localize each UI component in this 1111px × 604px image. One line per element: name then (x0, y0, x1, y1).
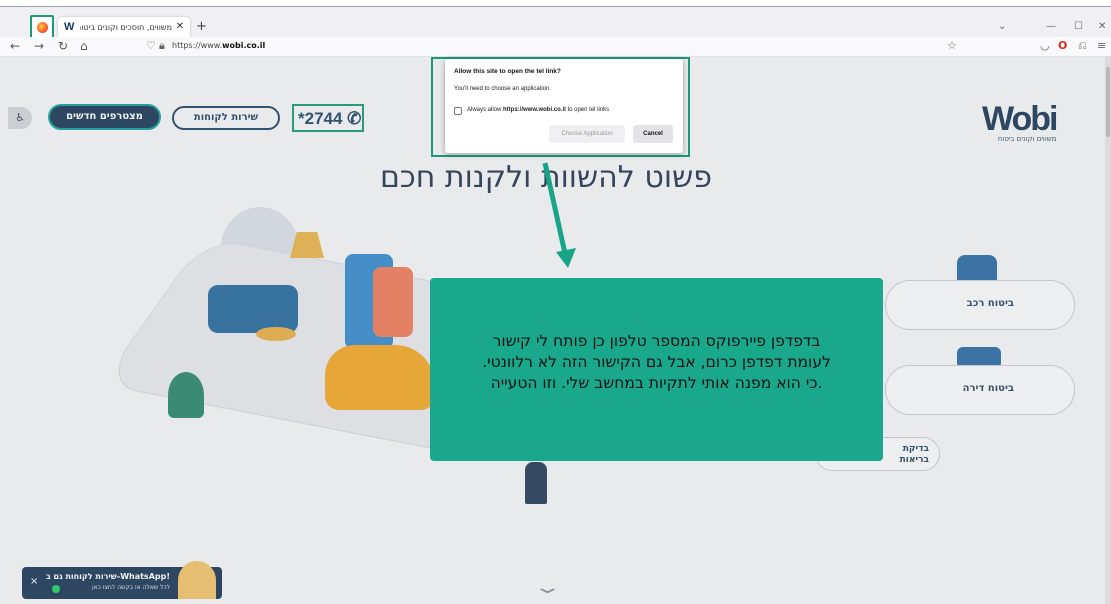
new-tab-button[interactable]: + (196, 19, 207, 34)
lamp-illustration (290, 232, 324, 258)
annotation-line-3: .כי הוא מפנה אותי לתקיות במחשב שלי. וזו … (490, 374, 823, 392)
plant-illustration (168, 372, 204, 418)
logo-text: Wobi (982, 100, 1058, 138)
bookmark-star-icon[interactable]: ☆ (947, 39, 957, 52)
car-icon (957, 255, 997, 285)
phone-link[interactable]: *2744 ✆ (298, 109, 361, 129)
annotation-line-2: לעומת דפדפן כרום, אבל גם הקישור הזה לא ר… (482, 353, 831, 371)
choose-application-button[interactable]: Choose Application (549, 125, 625, 143)
url-domain: wobi.co.il (222, 41, 266, 50)
url-prefix: https://www. (172, 41, 223, 50)
annotation-line-1: בדפדפן פיירפוקס המספר טלפון כן פותח לי ק… (492, 332, 821, 350)
phone-icon: ✆ (342, 109, 362, 128)
forward-icon[interactable]: → (34, 39, 44, 53)
back-icon[interactable]: ← (10, 39, 20, 53)
tab-bar: W משווים, חוסכים וקונים ביטוח ב ✕ + ⌄ — … (0, 7, 1111, 39)
opera-icon[interactable]: O (1058, 39, 1067, 52)
customer-service-button[interactable]: שירות לקוחות (172, 106, 280, 130)
whatsapp-subtitle: לכל שאלה או בקשה לחצו כאן (91, 584, 170, 591)
tree-illustration (220, 207, 300, 297)
tab-title: משווים, חוסכים וקונים ביטוח ב (80, 23, 172, 32)
home-icon[interactable]: ⌂ (80, 39, 88, 53)
close-tab-icon[interactable]: ✕ (176, 21, 184, 32)
wobi-favicon-icon: W (64, 21, 75, 33)
home-insurance-label: ביטוח דירה (962, 383, 1014, 394)
pocket-icon[interactable]: ◡ (1040, 39, 1050, 52)
phone-highlight-frame: *2744 ✆ (292, 104, 364, 132)
new-customers-button[interactable]: מצטרפים חדשים (48, 104, 161, 130)
logo-tagline: משווים וקונים ביטוח (997, 135, 1057, 143)
always-allow-label: Always allow https://www.wobi.co.il to o… (467, 107, 609, 113)
car-insurance-card[interactable]: ביטוח רכב (885, 280, 1075, 330)
scroll-down-chevron-icon[interactable]: ⌄ (532, 577, 562, 598)
phone-number: *2744 (298, 109, 343, 128)
accessibility-icon[interactable]: ♿ (8, 107, 32, 129)
suitcase-illustration-2 (373, 267, 413, 337)
firefox-icon[interactable] (30, 15, 54, 39)
lock-icon[interactable]: 🔒︎ (159, 39, 165, 53)
dialog-body: You'll need to choose an application. (454, 86, 551, 92)
tel-link-permission-dialog: Allow this site to open the tel link? Yo… (445, 59, 683, 153)
maximize-icon[interactable]: ☐ (1074, 21, 1083, 32)
url-bar[interactable]: https://www.wobi.co.il (172, 41, 265, 50)
always-allow-prefix: Always allow (467, 107, 504, 113)
whatsapp-icon (52, 585, 60, 593)
agent-avatar (178, 561, 216, 599)
people-illustration (525, 462, 547, 504)
always-allow-checkbox[interactable] (454, 107, 462, 115)
dialog-title: Allow this site to open the tel link? (454, 68, 561, 75)
extensions-icon[interactable]: ⎌ (1078, 39, 1087, 53)
menu-icon[interactable]: ≡ (1097, 39, 1106, 52)
sofa-illustration (208, 285, 298, 333)
always-allow-suffix: to open tel links (565, 107, 610, 113)
suitcase-illustration (345, 254, 393, 349)
annotation-callout: בדפדפן פיירפוקס המספר טלפון כן פותח לי ק… (430, 278, 883, 461)
reload-icon[interactable]: ↻ (58, 39, 68, 53)
shield-icon[interactable]: ♡ (146, 39, 156, 52)
cancel-button[interactable]: Cancel (633, 125, 673, 143)
car-illustration (325, 345, 435, 410)
wobi-logo[interactable]: Wobi משווים וקונים ביטוח (982, 100, 1058, 143)
navigation-bar: ← → ↻ ⌂ ♡ 🔒︎ https://www.wobi.co.il ☆ ◡ … (0, 37, 1111, 57)
sofa-icon (957, 347, 1001, 369)
car-insurance-label: ביטוח רכב (966, 298, 1014, 309)
page-scrollbar[interactable] (1105, 57, 1111, 604)
tab-wobi[interactable]: W משווים, חוסכים וקונים ביטוח ב ✕ (58, 17, 190, 39)
minimize-icon[interactable]: — (1046, 21, 1056, 32)
always-allow-url: https://www.wobi.co.il (503, 107, 566, 113)
whatsapp-widget[interactable]: × !WhatsApp-שירות לקוחות גם ב לכל שאלה א… (22, 561, 222, 599)
close-window-icon[interactable]: ✕ (1098, 21, 1106, 32)
close-whatsapp-icon[interactable]: × (30, 576, 38, 587)
list-all-tabs-icon[interactable]: ⌄ (998, 21, 1006, 32)
home-insurance-card[interactable]: ביטוח דירה (885, 365, 1075, 415)
hero-headline: פשוט להשוות ולקנות חכם (380, 160, 712, 195)
whatsapp-title: !WhatsApp-שירות לקוחות גם ב (45, 572, 170, 581)
table-illustration (256, 327, 296, 341)
